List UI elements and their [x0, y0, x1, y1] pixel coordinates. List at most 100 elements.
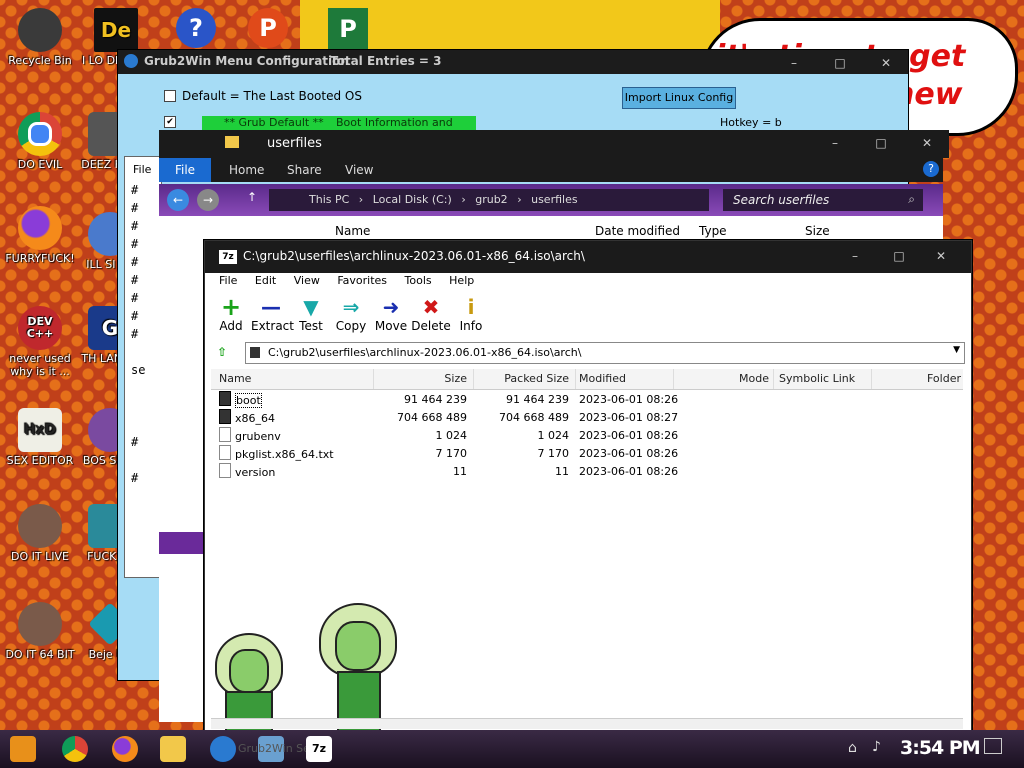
explorer-ribbon: File Home Share View ?: [159, 158, 943, 182]
col-folder[interactable]: Folder: [873, 369, 961, 389]
col-modified[interactable]: Modified: [579, 369, 674, 389]
desktop-icon-do-evil[interactable]: DO EVIL: [0, 112, 80, 171]
breadcrumb-local-disk[interactable]: Local Disk (C:): [373, 193, 452, 206]
col-symbolic-link[interactable]: Symbolic Link: [779, 369, 872, 389]
chrome-icon[interactable]: [62, 736, 88, 762]
row-packed: 704 668 489: [499, 411, 569, 424]
breadcrumb-this-pc[interactable]: This PC: [309, 193, 349, 206]
menu-tools[interactable]: Tools: [405, 274, 432, 287]
back-icon[interactable]: ←: [167, 189, 189, 211]
table-row[interactable]: version 11 11 2023-06-01 08:26: [215, 463, 955, 481]
firefox-icon[interactable]: [112, 736, 138, 762]
table-row[interactable]: x86_64 704 668 489 704 668 489 2023-06-0…: [215, 409, 955, 427]
explorer-titlebar[interactable]: userfiles – □ ✕: [159, 130, 949, 158]
desktop-icon-do-it-64-bit[interactable]: DO IT 64 BIT: [0, 602, 80, 661]
folder-icon: [225, 136, 239, 148]
maximize-icon[interactable]: □: [879, 249, 919, 265]
explorer-search[interactable]: Search userfiles ⌕: [723, 189, 923, 211]
help-icon[interactable]: ?: [923, 161, 939, 177]
up-icon[interactable]: ↑: [247, 190, 257, 204]
desktop-icon-recycle-bin[interactable]: Recycle Bin: [0, 8, 80, 67]
desktop-icon-sex-editor[interactable]: HxD SEX EDITOR: [0, 408, 80, 467]
breadcrumb[interactable]: This PC › Local Disk (C:) › grub2 › user…: [269, 189, 709, 211]
table-row[interactable]: boot 91 464 239 91 464 239 2023-06-01 08…: [215, 391, 955, 409]
col-date-modified[interactable]: Date modified: [595, 224, 680, 238]
add-label: Add: [219, 319, 243, 333]
maximize-icon[interactable]: □: [861, 136, 901, 152]
grub-default-label: ** Grub Default **: [224, 116, 324, 129]
desktop-icon-devcpp[interactable]: DEV C++ never used why is it ...: [0, 306, 80, 378]
sevenzip-titlebar[interactable]: 7z C:\grub2\userfiles\archlinux-2023.06.…: [205, 241, 971, 273]
breadcrumb-userfiles[interactable]: userfiles: [531, 193, 577, 206]
start-icon[interactable]: [10, 736, 36, 762]
breadcrumb-grub2[interactable]: grub2: [475, 193, 507, 206]
col-size[interactable]: Size: [373, 369, 474, 389]
row-name: x86_64: [235, 412, 276, 425]
extract-button[interactable]: — Extract: [251, 295, 294, 333]
file-explorer-icon[interactable]: [160, 736, 186, 762]
paint-icon[interactable]: P: [248, 8, 288, 48]
grub2win-taskbar-icon[interactable]: [210, 736, 236, 762]
row-modified: 2023-06-01 08:26: [579, 393, 679, 406]
desktop-icon-do-it-live[interactable]: DO IT LIVE: [0, 504, 80, 563]
network-icon[interactable]: ⌂: [848, 740, 857, 756]
desktop-icon-label: FURRYFUCK!: [5, 252, 75, 265]
boot-entry-row[interactable]: ** Grub Default ** Boot Information and …: [202, 116, 476, 142]
menu-help[interactable]: Help: [449, 274, 474, 287]
menu-favorites[interactable]: Favorites: [337, 274, 387, 287]
col-size[interactable]: Size: [805, 224, 830, 238]
notification-icon[interactable]: [984, 738, 1002, 754]
col-name[interactable]: Name: [335, 224, 370, 238]
horizontal-scrollbar[interactable]: [211, 718, 963, 729]
row-size: 704 668 489: [397, 411, 467, 424]
row-name-cell: boot: [219, 391, 262, 410]
tab-file[interactable]: File: [159, 158, 211, 182]
tab-view[interactable]: View: [345, 163, 373, 177]
help-icon[interactable]: ?: [176, 8, 216, 48]
last-booted-checkbox[interactable]: [164, 90, 176, 102]
col-mode[interactable]: Mode: [673, 369, 774, 389]
sevenzip-taskbar-icon[interactable]: 7z: [306, 736, 332, 762]
col-name[interactable]: Name: [219, 369, 374, 389]
volume-icon[interactable]: ♪: [872, 739, 881, 755]
desktop-icon-label: Recycle Bin: [8, 54, 72, 67]
row-name-cell: version: [219, 463, 275, 482]
close-icon[interactable]: ✕: [921, 249, 961, 265]
tab-share[interactable]: Share: [287, 163, 322, 177]
grub2win-titlebar[interactable]: Grub2Win Menu Configuration Total Entrie…: [118, 50, 908, 74]
boot-checkbox[interactable]: ✔: [164, 116, 176, 128]
add-button[interactable]: + Add: [211, 295, 251, 333]
desktop-icon-label: SEX EDITOR: [6, 454, 74, 467]
maximize-icon[interactable]: □: [820, 56, 860, 72]
table-row[interactable]: pkglist.x86_64.txt 7 170 7 170 2023-06-0…: [215, 445, 955, 463]
minimize-icon[interactable]: –: [774, 56, 814, 72]
sevenzip-window: 7z C:\grub2\userfiles\archlinux-2023.06.…: [204, 240, 972, 733]
table-row[interactable]: grubenv 1 024 1 024 2023-06-01 08:26: [215, 427, 955, 445]
move-button[interactable]: ➜ Move: [371, 295, 411, 333]
forward-icon[interactable]: →: [197, 189, 219, 211]
menu-file[interactable]: File: [219, 274, 237, 287]
col-type[interactable]: Type: [699, 224, 727, 238]
col-packed-size[interactable]: Packed Size: [475, 369, 576, 389]
tab-home[interactable]: Home: [229, 163, 264, 177]
row-name: boot: [235, 393, 262, 408]
minimize-icon[interactable]: –: [815, 136, 855, 152]
delete-button[interactable]: ✖ Delete: [411, 295, 451, 333]
de-icon: De: [94, 8, 138, 52]
clock[interactable]: 3:54 PM: [900, 737, 981, 759]
close-icon[interactable]: ✕: [907, 136, 947, 152]
close-icon[interactable]: ✕: [866, 56, 906, 72]
folder-up-icon[interactable]: ⇧: [217, 345, 227, 359]
import-linux-button[interactable]: Import Linux Config: [622, 87, 736, 109]
test-button[interactable]: ▼ Test: [291, 295, 331, 333]
menu-edit[interactable]: Edit: [255, 274, 276, 287]
sevenzip-address-input[interactable]: C:\grub2\userfiles\archlinux-2023.06.01-…: [245, 342, 965, 364]
minimize-icon[interactable]: –: [835, 249, 875, 265]
menu-view[interactable]: View: [294, 274, 320, 287]
chevron-down-icon[interactable]: ▼: [953, 345, 960, 355]
project-icon[interactable]: P: [328, 8, 368, 50]
info-button[interactable]: i Info: [451, 295, 491, 333]
desktop-icon-furryfuck[interactable]: FURRYFUCK!: [0, 206, 80, 265]
copy-button[interactable]: ⇒ Copy: [331, 295, 371, 333]
test-label: Test: [299, 319, 323, 333]
